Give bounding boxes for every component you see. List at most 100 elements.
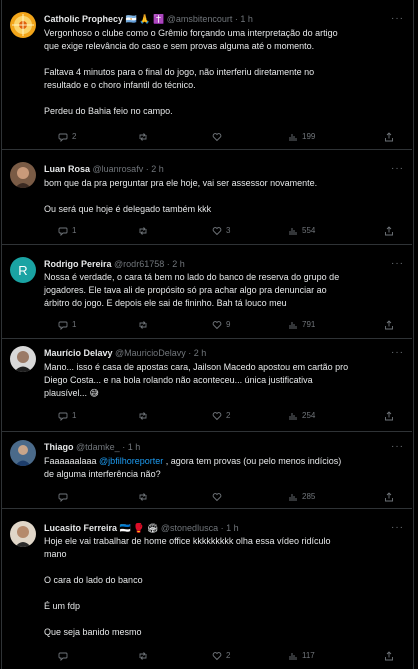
author-handle[interactable]: @luanrosafv [93, 164, 144, 174]
reply-button[interactable]: 1 [58, 319, 76, 331]
tweet[interactable]: Thiago @tdamke_ · 1 h ··· Faaaaaalaaa @j… [2, 432, 412, 509]
like-button[interactable] [212, 131, 222, 143]
avatar[interactable] [10, 440, 36, 466]
share-button[interactable] [384, 491, 394, 503]
heart-icon [212, 321, 222, 330]
views-icon [289, 322, 297, 329]
author-name[interactable]: Catholic Prophecy [44, 14, 123, 24]
views-icon [289, 653, 297, 660]
retweet-button[interactable] [138, 410, 148, 422]
share-icon [385, 132, 393, 142]
author-name[interactable]: Luan Rosa [44, 164, 90, 174]
author-handle[interactable]: @rodr61758 [114, 259, 164, 269]
like-button[interactable]: 3 [212, 225, 230, 237]
avatar[interactable] [10, 521, 36, 547]
more-options-icon[interactable]: ··· [391, 523, 404, 533]
reply-feed: Catholic Prophecy 🇦🇷 🙏 ✝️ @amsbitencourt… [0, 0, 418, 669]
retweet-button[interactable] [138, 131, 148, 143]
retweet-button[interactable] [138, 225, 148, 237]
tweet-time[interactable]: 1 h [240, 14, 253, 24]
author-name[interactable]: Maurício Delavy [44, 348, 113, 358]
views-icon [289, 494, 297, 501]
avatar[interactable] [10, 12, 36, 38]
tweet-actions: 1 2 254 [44, 410, 402, 422]
tweet[interactable]: Luan Rosa @luanrosafv · 2 h ··· bom que … [2, 150, 412, 245]
views-button[interactable]: 791 [288, 319, 315, 331]
share-icon [385, 492, 393, 502]
more-options-icon[interactable]: ··· [391, 442, 404, 452]
like-count: 9 [226, 320, 231, 329]
heart-icon [212, 652, 222, 661]
tweet-time[interactable]: 1 h [128, 442, 141, 452]
retweet-icon [139, 493, 147, 501]
share-button[interactable] [384, 225, 394, 237]
tweet-header: Lucasito Ferreira 🇪🇪 🥊 🏟 @stonedlusca · … [44, 523, 239, 533]
more-options-icon[interactable]: ··· [391, 348, 404, 358]
more-options-icon[interactable]: ··· [391, 14, 404, 24]
more-options-icon[interactable]: ··· [391, 259, 404, 269]
views-button[interactable]: 254 [288, 410, 315, 422]
tweet-header: Rodrigo Pereira @rodr61758 · 2 h [44, 259, 185, 269]
share-button[interactable] [384, 650, 394, 662]
share-button[interactable] [384, 131, 394, 143]
tweet-time[interactable]: 2 h [194, 348, 207, 358]
views-icon [289, 134, 297, 141]
like-button[interactable]: 9 [212, 319, 230, 331]
reply-button[interactable]: 2 [58, 131, 76, 143]
reply-button[interactable] [58, 491, 68, 503]
author-name[interactable]: Lucasito Ferreira [44, 523, 117, 533]
reply-count: 1 [72, 411, 77, 420]
avatar[interactable]: R [10, 257, 36, 283]
views-count: 199 [302, 132, 316, 141]
more-options-icon[interactable]: ··· [391, 164, 404, 174]
reply-icon [58, 227, 68, 236]
tweet-text: Faaaaaalaaa @jbfilhoreporter , agora tem… [44, 456, 342, 479]
tweet[interactable]: Maurício Delavy @MauricioDelavy · 2 h ··… [2, 339, 412, 432]
share-button[interactable] [384, 410, 394, 422]
tweet[interactable]: R Rodrigo Pereira @rodr61758 · 2 h ··· N… [2, 245, 412, 339]
mention-link[interactable]: @jbfilhoreporter [99, 456, 163, 466]
tweet-text: Hoje ele vai trabalhar de home office kk… [44, 536, 331, 637]
avatar[interactable] [10, 162, 36, 188]
author-handle[interactable]: @amsbitencourt [167, 14, 233, 24]
tweet-time[interactable]: 1 h [226, 523, 239, 533]
author-name[interactable]: Thiago [44, 442, 74, 452]
retweet-button[interactable] [138, 319, 148, 331]
avatar[interactable] [10, 346, 36, 372]
reply-icon [58, 493, 68, 502]
share-button[interactable] [384, 319, 394, 331]
author-name[interactable]: Rodrigo Pereira [44, 259, 112, 269]
like-button[interactable]: 2 [212, 410, 230, 422]
share-icon [385, 226, 393, 236]
views-button[interactable]: 554 [288, 225, 315, 237]
views-button[interactable]: 117 [288, 650, 315, 662]
author-badges: 🇦🇷 🙏 ✝️ [125, 14, 165, 24]
reply-button[interactable]: 1 [58, 225, 76, 237]
views-count: 117 [302, 651, 315, 660]
author-badges: 🇪🇪 🥊 🏟 [119, 523, 159, 533]
retweet-button[interactable] [138, 491, 148, 503]
views-button[interactable]: 199 [288, 131, 315, 143]
author-handle[interactable]: @stonedlusca [161, 523, 218, 533]
views-count: 791 [302, 320, 316, 329]
retweet-icon [139, 227, 147, 235]
reply-button[interactable] [58, 650, 68, 662]
author-handle[interactable]: @tdamke_ [76, 442, 120, 452]
like-button[interactable] [212, 491, 222, 503]
tweet[interactable]: Lucasito Ferreira 🇪🇪 🥊 🏟 @stonedlusca · … [2, 509, 412, 669]
tweet-text: bom que da pra perguntar pra ele hoje, v… [44, 178, 318, 214]
like-count: 3 [226, 226, 231, 235]
tweet-time[interactable]: 2 h [172, 259, 185, 269]
like-button[interactable]: 2 [212, 650, 230, 662]
tweet[interactable]: Catholic Prophecy 🇦🇷 🙏 ✝️ @amsbitencourt… [2, 0, 412, 150]
reply-button[interactable]: 1 [58, 410, 76, 422]
retweet-button[interactable] [138, 650, 148, 662]
heart-icon [212, 412, 222, 421]
tweet-time[interactable]: 2 h [151, 164, 164, 174]
like-count: 2 [226, 651, 231, 660]
tweet-header: Thiago @tdamke_ · 1 h [44, 442, 141, 452]
reply-icon [58, 412, 68, 421]
views-button[interactable]: 285 [288, 491, 315, 503]
retweet-icon [139, 133, 147, 141]
author-handle[interactable]: @MauricioDelavy [115, 348, 186, 358]
